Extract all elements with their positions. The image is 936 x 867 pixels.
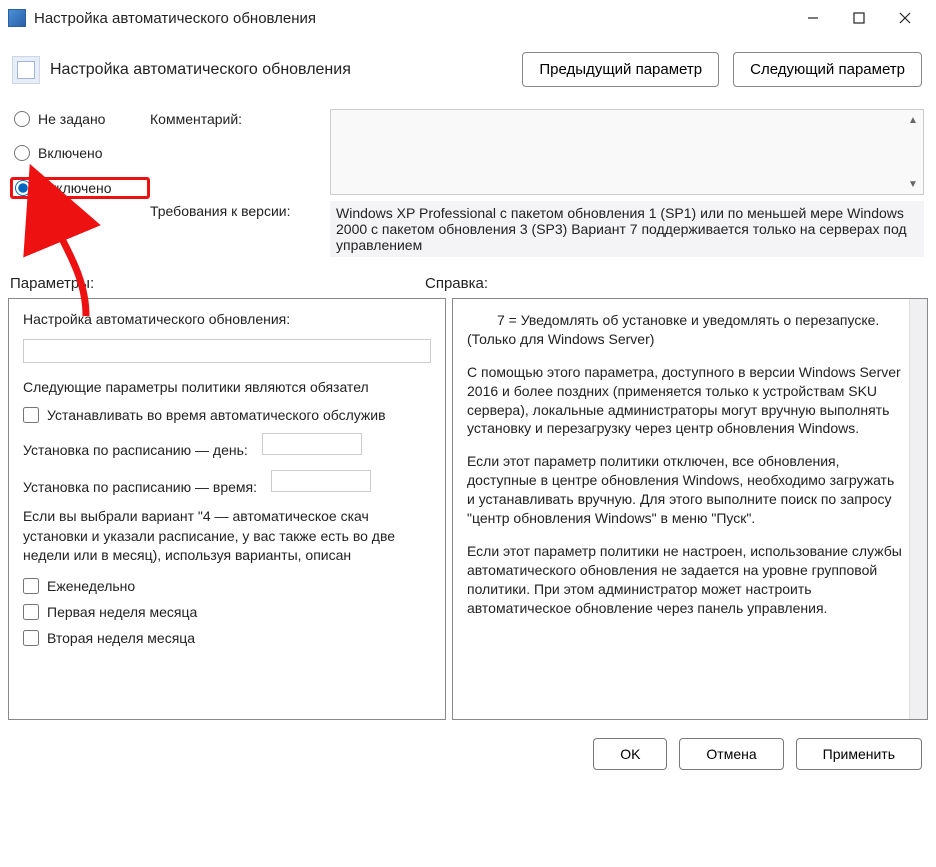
header: Настройка автоматического обновления Пре… [0, 36, 936, 91]
config-dropdown[interactable] [23, 339, 431, 363]
schedule-day-label: Установка по расписанию — день: [23, 442, 248, 458]
state-section: Не задано Включено Отключено Комментарий… [0, 91, 936, 271]
previous-setting-button[interactable]: Предыдущий параметр [522, 52, 719, 87]
schedule-time-row: Установка по расписанию — время: [23, 470, 431, 495]
check-second-week[interactable]: Вторая неделя месяца [23, 630, 431, 646]
scroll-down-icon[interactable]: ▼ [905, 176, 921, 192]
help-heading: Справка: [425, 275, 488, 292]
scroll-up-icon[interactable]: ▲ [905, 112, 921, 128]
help-pane: 7 = Уведомлять об установке и уведомлять… [452, 298, 928, 720]
radio-not-configured-label: Не задано [38, 111, 105, 127]
next-setting-button[interactable]: Следующий параметр [733, 52, 922, 87]
check-during-maintenance-label: Устанавливать во время автоматического о… [47, 407, 386, 423]
radio-enabled-label: Включено [38, 145, 103, 161]
check-second-week-input[interactable] [23, 630, 39, 646]
maximize-button[interactable] [836, 3, 882, 33]
radio-enabled-input[interactable] [14, 145, 30, 161]
check-second-week-label: Вторая неделя месяца [47, 630, 195, 646]
check-during-maintenance[interactable]: Устанавливать во время автоматического о… [23, 407, 431, 423]
config-label: Настройка автоматического обновления: [23, 311, 431, 327]
version-text: Windows XP Professional с пакетом обновл… [330, 201, 924, 257]
policy-note: Следующие параметры политики являются об… [23, 379, 431, 395]
check-weekly-label: Еженедельно [47, 578, 135, 594]
titlebar: Настройка автоматического обновления [0, 0, 936, 36]
cancel-button[interactable]: Отмена [679, 738, 783, 770]
radio-disabled[interactable]: Отключено [10, 177, 150, 199]
schedule-time-label: Установка по расписанию — время: [23, 479, 257, 495]
schedule-day-row: Установка по расписанию — день: [23, 433, 431, 458]
close-button[interactable] [882, 3, 928, 33]
state-radios: Не задано Включено Отключено [10, 109, 150, 213]
schedule-day-input[interactable] [262, 433, 362, 455]
radio-not-configured[interactable]: Не задано [10, 109, 150, 129]
check-first-week-label: Первая неделя месяца [47, 604, 197, 620]
variant4-note: Если вы выбрали вариант "4 — автоматичес… [23, 507, 431, 566]
schedule-time-input[interactable] [271, 470, 371, 492]
section-labels: Параметры: Справка: [0, 271, 936, 298]
panes: Настройка автоматического обновления: Сл… [0, 298, 936, 728]
ok-button[interactable]: OK [593, 738, 667, 770]
help-p1: 7 = Уведомлять об установке и уведомлять… [467, 311, 903, 349]
radio-disabled-label: Отключено [39, 180, 112, 196]
check-weekly-input[interactable] [23, 578, 39, 594]
version-label: Требования к версии: [150, 201, 330, 219]
comment-label: Комментарий: [150, 109, 330, 127]
policy-icon [12, 56, 40, 84]
check-first-week-input[interactable] [23, 604, 39, 620]
help-p4: Если этот параметр политики не настроен,… [467, 542, 903, 618]
radio-not-configured-input[interactable] [14, 111, 30, 127]
radio-disabled-input[interactable] [15, 180, 31, 196]
page-title: Настройка автоматического обновления [50, 61, 508, 79]
comment-textarea[interactable]: ▲ ▼ [330, 109, 924, 195]
help-p2: С помощью этого параметра, доступного в … [467, 363, 903, 439]
window-title: Настройка автоматического обновления [34, 10, 790, 27]
radio-enabled[interactable]: Включено [10, 143, 150, 163]
check-weekly[interactable]: Еженедельно [23, 578, 431, 594]
help-scrollbar[interactable] [909, 299, 927, 719]
help-content: 7 = Уведомлять об установке и уведомлять… [467, 311, 909, 707]
options-pane: Настройка автоматического обновления: Сл… [8, 298, 446, 720]
check-first-week[interactable]: Первая неделя месяца [23, 604, 431, 620]
options-heading: Параметры: [10, 275, 425, 292]
check-during-maintenance-input[interactable] [23, 407, 39, 423]
apply-button[interactable]: Применить [796, 738, 922, 770]
help-p3: Если этот параметр политики отключен, вс… [467, 452, 903, 528]
minimize-button[interactable] [790, 3, 836, 33]
app-icon [8, 9, 26, 27]
footer: OK Отмена Применить [0, 728, 936, 770]
